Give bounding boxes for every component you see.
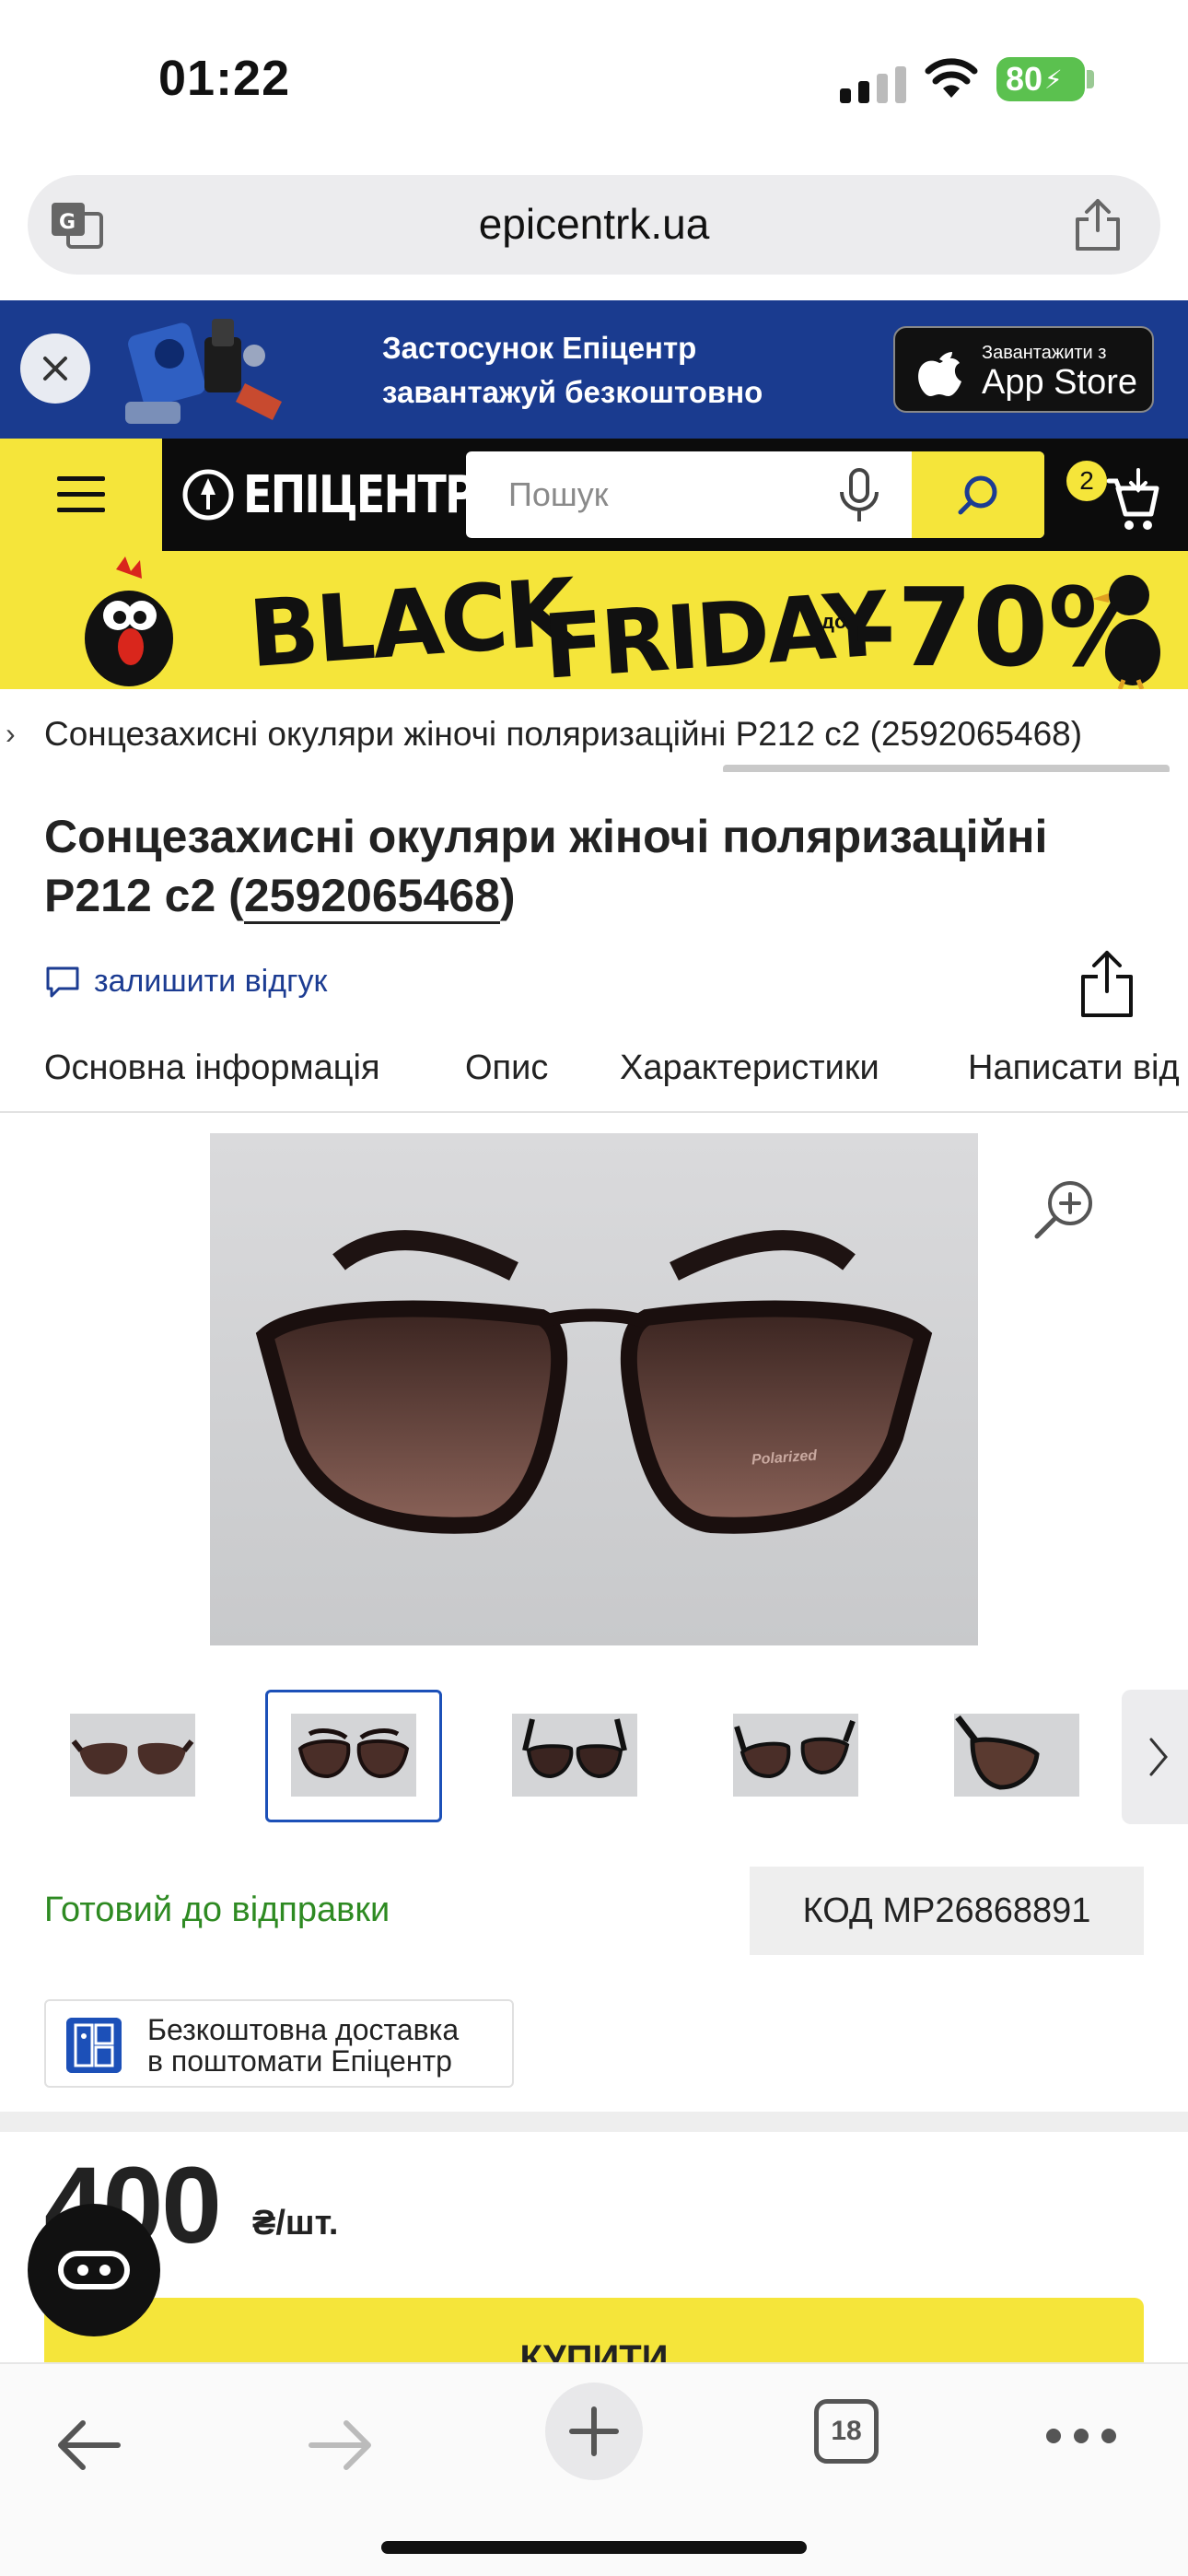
new-tab-button[interactable] — [545, 2383, 643, 2480]
title-main: Сонцезахисні окуляри жіночі поляризаційн… — [44, 811, 1048, 921]
chat-button[interactable] — [28, 2204, 160, 2336]
product-main-image[interactable]: Polarized — [210, 1133, 978, 1645]
sunglasses-photo — [255, 1230, 933, 1534]
breadcrumb-scrollbar[interactable] — [723, 765, 1170, 772]
hamburger-icon — [57, 476, 105, 512]
product-tabs: Основна інформація Опис Характеристики Н… — [0, 1041, 1188, 1113]
leave-review-link[interactable]: залишити відгук — [44, 964, 327, 1000]
thumbnail-3[interactable] — [512, 1714, 637, 1797]
home-indicator — [381, 2541, 807, 2554]
breadcrumb-current[interactable]: Сонцезахисні окуляри жіночі поляризаційн… — [44, 715, 1082, 754]
title-product-code: 2592065468 — [243, 870, 500, 924]
banner-line-1: Застосунок Епіцентр — [382, 331, 697, 365]
tabs-count-button[interactable]: 18 — [814, 2399, 879, 2464]
parcel-locker-icon — [66, 2018, 122, 2073]
battery-indicator: 80 ⚡ — [996, 57, 1085, 101]
delivery-line-2: в поштомати Епіцентр — [147, 2044, 452, 2078]
banner-line-2: завантажуй безкоштовно — [382, 375, 763, 409]
tools-illustration — [125, 319, 282, 424]
thumbnail-strip — [0, 1686, 1188, 1824]
breadcrumb: › Сонцезахисні окуляри жіночі поляризаці… — [0, 698, 1188, 772]
plus-icon — [569, 2406, 619, 2456]
app-download-banner: Застосунок Епіцентр завантажуй безкоштов… — [0, 300, 1188, 439]
banner-close-button[interactable] — [20, 334, 90, 404]
availability-status: Готовий до відправки — [44, 1891, 390, 1929]
cellular-signal-icon — [840, 66, 906, 103]
free-delivery-badge: Безкоштовна доставка в поштомати Епіцент… — [44, 1999, 514, 2088]
tab-description[interactable]: Опис — [465, 1048, 548, 1088]
comment-icon — [46, 966, 79, 997]
title-end: ) — [499, 870, 516, 921]
search-button[interactable] — [912, 451, 1044, 538]
tab-characteristics[interactable]: Характеристики — [620, 1048, 879, 1088]
black-friday-banner[interactable]: BLACK FRIDAY до -70% — [0, 551, 1188, 689]
address-bar[interactable]: G epicentrk.ua — [28, 175, 1160, 275]
chevron-right-icon — [1149, 1738, 1168, 1776]
promo-word-1: BLACK — [245, 557, 577, 689]
price-unit: ₴/шт. — [252, 2204, 339, 2242]
thumbnail-5[interactable] — [954, 1714, 1079, 1797]
thumbnail-4[interactable] — [733, 1714, 858, 1797]
banner-text: Застосунок Епіцентр завантажуй безкоштов… — [382, 326, 763, 415]
delivery-text: Безкоштовна доставка в поштомати Епіцент… — [147, 2014, 459, 2077]
tab-main-info[interactable]: Основна інформація — [44, 1048, 380, 1088]
dot-icon — [1074, 2429, 1089, 2443]
apple-icon — [918, 352, 961, 396]
share-icon[interactable] — [1072, 197, 1124, 252]
search-icon — [958, 475, 997, 515]
share-product-icon[interactable] — [1077, 949, 1136, 1019]
status-time: 01:22 — [158, 51, 291, 106]
logo-text: ЕПІЦЕНТР — [243, 464, 476, 525]
thumbnail-2[interactable] — [291, 1714, 416, 1797]
battery-level: 80 — [1006, 60, 1043, 98]
cart-count-badge: 2 — [1066, 461, 1107, 501]
chevron-right-icon: › — [6, 717, 16, 750]
promo-prefix: до — [821, 610, 847, 633]
tab-write-review[interactable]: Написати від — [968, 1048, 1180, 1088]
chick-mascot-illustration — [1092, 575, 1160, 689]
logo-emblem-icon — [182, 469, 234, 521]
dot-icon — [1046, 2429, 1061, 2443]
close-icon — [43, 357, 67, 381]
chat-icon — [58, 2251, 130, 2289]
app-store-label: App Store — [982, 363, 1137, 402]
forward-arrow-icon[interactable] — [306, 2416, 376, 2475]
section-divider — [0, 2112, 1188, 2132]
thumbnails-next-button[interactable] — [1122, 1690, 1188, 1824]
search-box — [466, 451, 1044, 538]
more-options-button[interactable] — [1046, 2429, 1116, 2443]
review-link-label: залишити відгук — [94, 964, 328, 999]
zoom-in-icon[interactable] — [1031, 1176, 1098, 1242]
status-bar: 01:22 80 ⚡ — [0, 0, 1188, 166]
back-arrow-icon[interactable] — [53, 2416, 123, 2475]
delivery-line-1: Безкоштовна доставка — [147, 2013, 460, 2046]
battery-tip — [1087, 70, 1094, 88]
product-code-badge: КОД MP26868891 — [750, 1867, 1144, 1955]
charging-icon: ⚡ — [1044, 64, 1063, 94]
search-input[interactable] — [466, 451, 890, 538]
rooster-mascot-illustration — [85, 556, 173, 686]
page-title: Сонцезахисні окуляри жіночі поляризаційн… — [44, 807, 1168, 925]
cart-button[interactable]: 2 — [1066, 457, 1168, 534]
url-text[interactable]: epicentrk.ua — [28, 199, 1160, 249]
thumbnail-1[interactable] — [70, 1714, 195, 1797]
menu-button[interactable] — [0, 439, 162, 551]
wifi-icon — [925, 58, 978, 98]
site-header: ЕПІЦЕНТР 2 — [0, 439, 1188, 551]
app-store-button[interactable]: Завантажити з App Store — [893, 326, 1154, 413]
microphone-icon[interactable] — [834, 468, 884, 523]
dot-icon — [1101, 2429, 1116, 2443]
app-store-small-label: Завантажити з — [982, 343, 1107, 363]
